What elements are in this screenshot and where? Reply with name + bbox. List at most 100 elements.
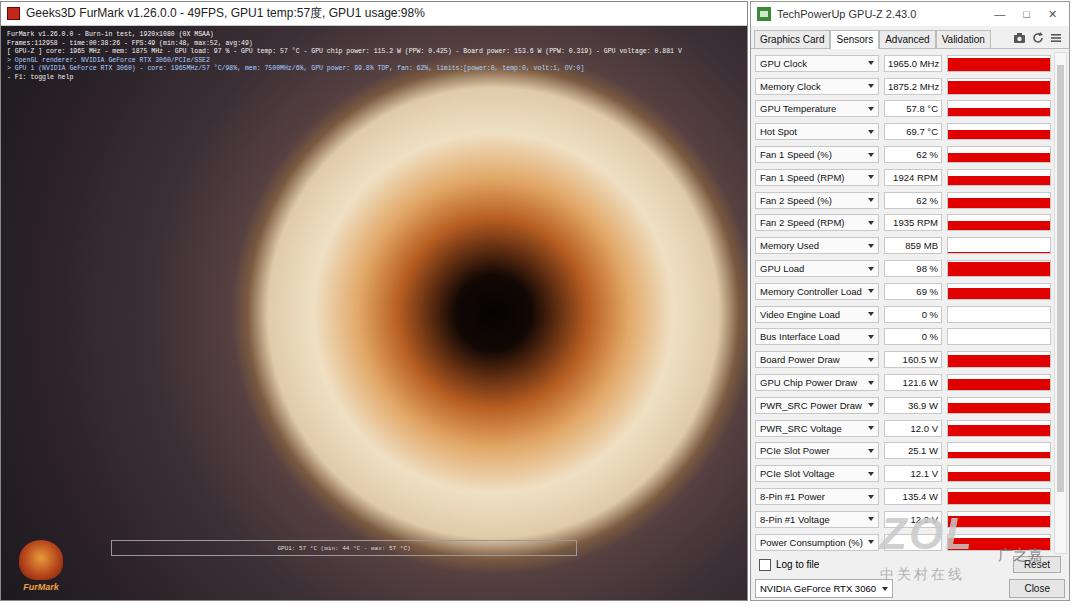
sensor-row: PCIe Slot Power25.1 W [755,440,1051,463]
sensor-row: PWR_SRC Power Draw36.9 W [755,394,1051,417]
sensor-label-dropdown[interactable]: GPU Temperature [755,100,879,117]
sensor-graph [947,328,1051,345]
furmark-app-icon [7,7,20,20]
tab-bar: Graphics CardSensorsAdvancedValidation [751,26,1069,49]
dropdown-arrow-icon [868,495,874,499]
sensor-label-dropdown[interactable]: Fan 1 Speed (RPM) [755,169,879,186]
sensor-row: Fan 2 Speed (RPM)1935 RPM [755,212,1051,235]
sensor-graph-fill [948,452,1050,458]
sensor-label-dropdown[interactable]: PWR_SRC Power Draw [755,397,879,414]
sensor-graph-fill [948,176,1050,185]
sensor-label-dropdown[interactable]: GPU Chip Power Draw [755,374,879,391]
log-to-file-checkbox[interactable] [759,559,771,571]
sensor-label-dropdown[interactable]: Fan 2 Speed (%) [755,192,879,209]
sensor-label: PWR_SRC Voltage [760,423,842,434]
sensor-label: Fan 1 Speed (RPM) [760,172,844,183]
log-to-file-label[interactable]: Log to file [776,559,819,570]
camera-icon[interactable] [1013,32,1026,44]
watermark: ZOL中关村在线广之嘉 [880,512,974,584]
close-button[interactable]: Close [1009,579,1065,598]
render-view: FurMark v1.26.0.0 - Burn-in test, 1920x1… [1,26,747,600]
scrollbar-thumb[interactable] [1057,65,1064,492]
tab[interactable]: Graphics Card [754,30,830,48]
sensor-label: Fan 2 Speed (%) [760,195,832,206]
sensor-row: Video Engine Load0 % [755,303,1051,326]
refresh-icon[interactable] [1032,32,1044,44]
sensor-label-dropdown[interactable]: Fan 2 Speed (RPM) [755,214,879,231]
dropdown-arrow-icon [868,267,874,271]
tab[interactable]: Advanced [879,30,935,48]
sensor-label-dropdown[interactable]: GPU Clock [755,55,879,72]
osd-line: FurMark v1.26.0.0 - Burn-in test, 1920x1… [7,31,682,40]
sensor-label: Board Power Draw [760,354,840,365]
sensor-graph [947,214,1051,231]
sensor-value: 859 MB [884,237,942,254]
sensor-graph-fill [948,492,1050,504]
sensor-label-dropdown[interactable]: Power Consumption (%) [755,534,879,551]
sensor-value: 0 % [884,328,942,345]
sensor-label-dropdown[interactable]: PCIe Slot Voltage [755,465,879,482]
sensor-graph-fill [948,108,1050,116]
sensor-label-dropdown[interactable]: Memory Used [755,237,879,254]
sensor-label-dropdown[interactable]: Fan 1 Speed (%) [755,146,879,163]
sensor-graph-fill [948,130,1050,139]
sensor-value: 12.1 V [884,465,942,482]
sensor-label-dropdown[interactable]: Memory Clock [755,78,879,95]
sensor-label: Bus Interface Load [760,331,840,342]
sensor-graph-fill [948,153,1050,162]
dropdown-arrow-icon [868,198,874,202]
dropdown-arrow-icon [868,312,874,316]
sensor-label: GPU Clock [760,58,807,69]
sensor-graph-fill [948,252,1050,254]
sensor-label: Memory Used [760,240,819,251]
window-control-button[interactable]: — [988,8,1011,20]
dropdown-arrow-icon [868,358,874,362]
sensor-value: 121.6 W [884,374,942,391]
osd-line: - F1: toggle help [7,74,682,83]
sensor-label-dropdown[interactable]: Video Engine Load [755,306,879,323]
sensor-value: 69 % [884,283,942,300]
sensor-label-dropdown[interactable]: Hot Spot [755,123,879,140]
tab[interactable]: Sensors [830,30,879,49]
sensor-row: Fan 1 Speed (%)62 % [755,143,1051,166]
sensor-graph-fill [948,403,1050,413]
sensor-graph [947,192,1051,209]
sensor-label-dropdown[interactable]: PWR_SRC Voltage [755,420,879,437]
sensor-label-dropdown[interactable]: GPU Load [755,260,879,277]
sensor-value: 1875.2 MHz [884,78,942,95]
logo-text: FurMark [23,582,59,592]
sensor-label-dropdown[interactable]: 8-Pin #1 Power [755,488,879,505]
sensor-graph [947,374,1051,391]
sensor-label-dropdown[interactable]: 8-Pin #1 Voltage [755,511,879,528]
graph-label: GPU1: 57 °C (min: 44 °C - max: 57 °C) [277,545,410,552]
sensor-label-dropdown[interactable]: PCIe Slot Power [755,442,879,459]
sensor-label: GPU Temperature [760,103,836,114]
sensor-label: GPU Load [760,263,804,274]
reset-button[interactable]: Reset [1013,556,1061,573]
sensor-label: Memory Controller Load [760,286,862,297]
gpu-select-dropdown[interactable]: NVIDIA GeForce RTX 3060 [755,579,893,598]
sensor-row: Hot Spot69.7 °C [755,120,1051,143]
tab[interactable]: Validation [936,30,991,48]
sensor-graph-fill [948,221,1050,230]
gpuz-app-icon[interactable] [757,7,771,21]
scrollbar[interactable] [1054,52,1067,554]
osd-line: Frames:112958 - time:00:38:26 - FPS:49 (… [7,40,682,49]
gpuz-window: TechPowerUp GPU-Z 2.43.0—□✕Graphics Card… [750,1,1070,601]
window-control-button[interactable]: ✕ [1042,8,1063,21]
sensor-value: 12.2 V [884,511,942,528]
window-control-button[interactable]: □ [1017,8,1036,20]
sensor-row: GPU Load98 % [755,257,1051,280]
menu-icon[interactable] [1050,32,1062,44]
sensor-graph-fill [948,472,1050,481]
watermark-author: 广之嘉 [998,546,1043,565]
sensor-row: GPU Chip Power Draw 121.6 W [755,371,1051,394]
sensor-label-dropdown[interactable]: Memory Controller Load [755,283,879,300]
sensor-label: Fan 2 Speed (RPM) [760,217,844,228]
sensor-graph [947,511,1051,528]
sensor-graph-fill [948,516,1050,527]
sensor-value: 62 % [884,192,942,209]
sensor-label-dropdown[interactable]: Board Power Draw [755,351,879,368]
sensor-label-dropdown[interactable]: Bus Interface Load [755,328,879,345]
osd-text: FurMark v1.26.0.0 - Burn-in test, 1920x1… [7,31,682,82]
